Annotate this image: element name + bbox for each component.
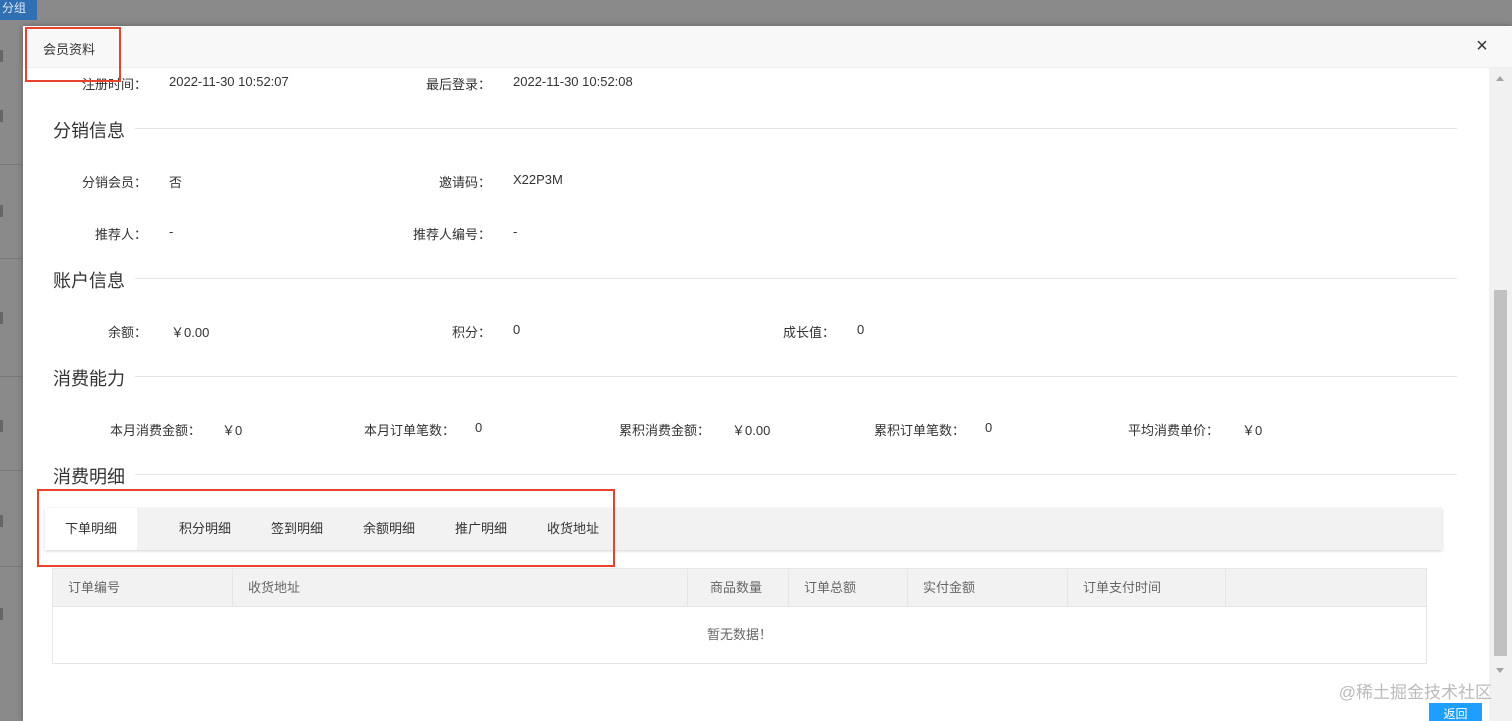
column-pay-time: 订单支付时间 [1068, 569, 1226, 607]
details-section-title: 消费明细 [53, 463, 135, 489]
background-divider [0, 258, 22, 259]
background-checkbox [0, 312, 3, 324]
order-details-table: 订单编号 收货地址 商品数量 订单总额 实付金额 订单支付时间 暂无数据！ [52, 568, 1427, 664]
scroll-down-arrow-icon[interactable] [1496, 668, 1504, 673]
invite-code-value: X22P3M [513, 172, 563, 187]
background-checkbox [0, 110, 3, 122]
column-order-total: 订单总额 [789, 569, 908, 607]
month-spend-label: 本月消费金额： [109, 423, 201, 438]
growth-label: 成长值： [782, 325, 835, 340]
referrer-label: 推荐人： [94, 227, 147, 242]
last-login-value: 2022-11-30 10:52:08 [513, 74, 633, 89]
total-spend-label: 累积消费金额： [618, 423, 710, 438]
watermark-text: @稀土掘金技术社区 [1338, 683, 1492, 702]
modal-header: 会员资料 × [23, 26, 1512, 68]
section-divider [53, 474, 1457, 475]
referrer-no-value: - [513, 224, 518, 239]
points-label: 积分： [451, 325, 491, 340]
background-checkbox [0, 515, 3, 527]
scroll-up-arrow-icon[interactable] [1496, 76, 1504, 81]
empty-state-text: 暂无数据！ [706, 627, 772, 642]
referrer-value: - [169, 224, 174, 239]
close-icon[interactable]: × [1472, 36, 1492, 56]
register-time-value: 2022-11-30 10:52:07 [169, 74, 289, 89]
balance-value: ￥0.00 [171, 325, 210, 340]
month-orders-value: 0 [475, 420, 483, 435]
column-paid-amount: 实付金额 [908, 569, 1068, 607]
background-divider [0, 566, 22, 567]
avg-price-value: ￥0 [1242, 423, 1263, 438]
vertical-scrollbar[interactable] [1489, 68, 1512, 721]
title-highlight-box [25, 27, 121, 82]
distribution-member-value: 否 [169, 175, 183, 190]
consumption-section-title: 消费能力 [53, 365, 135, 391]
growth-value: 0 [857, 322, 865, 337]
account-section-title: 账户信息 [53, 267, 135, 293]
total-spend-value: ￥0.00 [732, 423, 771, 438]
column-item-count: 商品数量 [688, 569, 789, 607]
background-checkbox [0, 205, 3, 217]
balance-label: 余额： [107, 325, 147, 340]
distribution-member-label: 分销会员： [81, 175, 147, 190]
total-orders-label: 累积订单笔数： [873, 423, 965, 438]
column-actions [1226, 569, 1426, 607]
column-order-no: 订单编号 [53, 569, 233, 607]
tabs-highlight-box [37, 489, 615, 567]
points-value: 0 [513, 322, 521, 337]
referrer-no-label: 推荐人编号： [412, 227, 491, 242]
modal-body: 注册时间： 2022-11-30 10:52:07 最后登录： 2022-11-… [23, 68, 1489, 721]
month-spend-value: ￥0 [222, 423, 243, 438]
member-profile-modal: 会员资料 × 注册时间： 2022-11-30 10:52:07 最后登录： 2… [23, 26, 1512, 721]
scroll-thumb[interactable] [1494, 290, 1507, 656]
table-header: 订单编号 收货地址 商品数量 订单总额 实付金额 订单支付时间 [53, 569, 1426, 607]
distribution-section-title: 分销信息 [53, 117, 135, 143]
background-divider [0, 164, 22, 165]
background-checkbox [0, 50, 3, 62]
avg-price-label: 平均消费单价： [1127, 423, 1219, 438]
background-divider [0, 470, 22, 471]
section-divider [53, 278, 1457, 279]
last-login-label: 最后登录： [425, 77, 491, 92]
section-divider [53, 128, 1457, 129]
total-orders-value: 0 [985, 420, 993, 435]
group-tag: 分组 [0, 0, 37, 20]
background-checkbox [0, 420, 3, 432]
section-divider [53, 376, 1457, 377]
month-orders-label: 本月订单笔数： [363, 423, 455, 438]
return-button[interactable]: 返回 [1429, 703, 1482, 721]
column-shipping-address: 收货地址 [233, 569, 688, 607]
background-divider [0, 376, 22, 377]
background-checkbox [0, 608, 3, 620]
invite-code-label: 邀请码： [438, 175, 491, 190]
